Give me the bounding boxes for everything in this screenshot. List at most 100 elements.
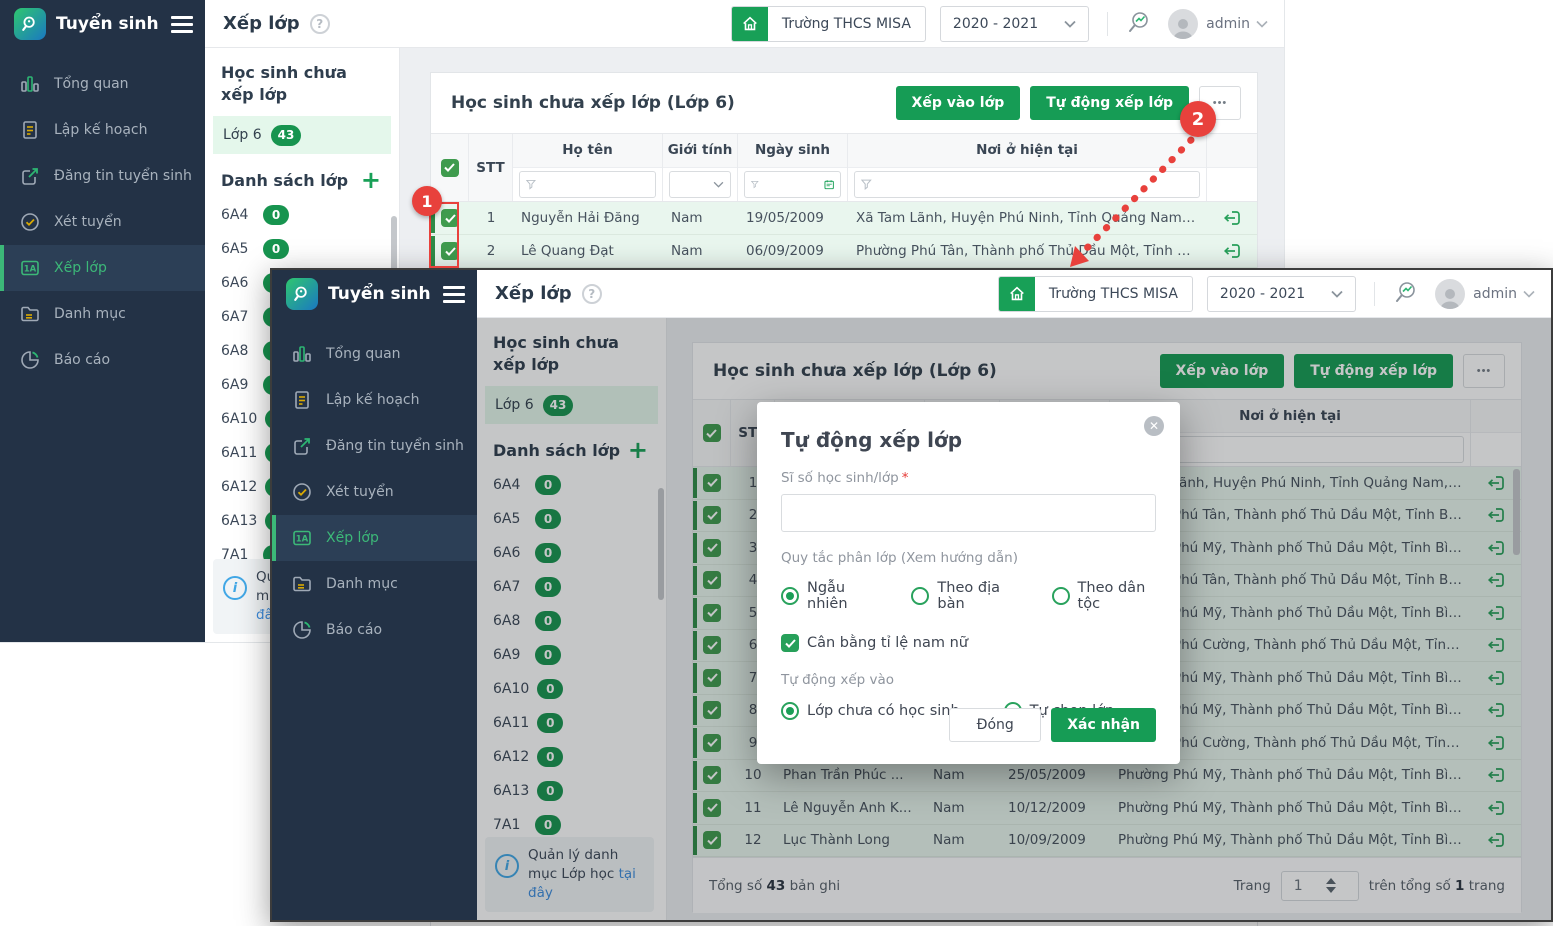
sidebar: Tuyển sinh Tổng quan Lập kế hoạch Đăng t…: [272, 270, 477, 920]
school-selector[interactable]: Trường THCS MISA: [997, 275, 1193, 312]
topbar: Xếp lớp ? Trường THCS MISA 2020 - 2021 a…: [205, 0, 1284, 48]
avatar[interactable]: [1168, 8, 1199, 39]
filter-icon: [526, 179, 536, 190]
sidebar-menu: Tổng quan Lập kế hoạch Đăng tin tuyển si…: [272, 331, 477, 653]
sidebar-item[interactable]: 1A Xếp lớp: [272, 515, 477, 561]
brand-name: Tuyển sinh: [56, 14, 159, 34]
sidebar-item[interactable]: Danh mục: [272, 561, 477, 607]
sidebar-item[interactable]: Đăng tin tuyển sinh: [0, 153, 205, 199]
radio-icon: [911, 587, 930, 605]
avatar[interactable]: [1435, 278, 1466, 309]
page-title: Xếp lớp: [495, 283, 572, 304]
annotation-step-1-badge: 1: [412, 186, 442, 216]
name-filter-input[interactable]: [519, 170, 656, 198]
search-trend-icon[interactable]: [1126, 9, 1152, 39]
radio-by-area[interactable]: Theo địa bàn: [911, 580, 1015, 612]
sidebar-item[interactable]: Lập kế hoạch: [0, 107, 205, 153]
year-selector[interactable]: 2020 - 2021: [1206, 275, 1357, 312]
sidebar-item-label: Lập kế hoạch: [54, 122, 148, 138]
annotation-step-2-badge: 2: [1180, 101, 1216, 137]
sidebar-item[interactable]: Tổng quan: [0, 61, 205, 107]
address-filter-input[interactable]: [854, 170, 1200, 198]
sidebar-item[interactable]: Xét tuyển: [272, 469, 477, 515]
folder-icon: [290, 572, 314, 596]
radio-icon: [1051, 587, 1070, 605]
hamburger-menu-icon[interactable]: [171, 15, 193, 33]
help-icon[interactable]: ?: [581, 283, 602, 304]
sidebar-item-label: Xếp lớp: [54, 260, 107, 276]
hamburger-menu-icon[interactable]: [443, 285, 465, 303]
help-icon[interactable]: ?: [309, 13, 330, 34]
radio-random[interactable]: Ngẫu nhiên: [781, 580, 875, 612]
class-count-badge: 0: [263, 239, 289, 259]
stage: Tuyển sinh Tổng quan Lập kế hoạch Đăng t…: [0, 0, 1553, 926]
radio-empty-class[interactable]: Lớp chưa có học sinh: [781, 702, 960, 720]
check-circle-icon: [290, 480, 314, 504]
document-icon: [290, 388, 314, 412]
dob-filter-input[interactable]: [744, 170, 841, 198]
school-name: Trường THCS MISA: [1048, 285, 1178, 302]
radio-icon: [781, 702, 799, 720]
confirm-button[interactable]: Xác nhận: [1051, 708, 1156, 742]
class-list-item[interactable]: 6A5 0: [221, 232, 385, 266]
select-all-checkbox[interactable]: [440, 158, 459, 177]
sidebar-item-label: Đăng tin tuyển sinh: [54, 168, 192, 184]
sidebar-item[interactable]: Báo cáo: [272, 607, 477, 653]
filter-icon: [861, 179, 872, 190]
sidebar-item-label: Xếp lớp: [326, 530, 379, 546]
sidebar-item[interactable]: Lập kế hoạch: [272, 377, 477, 423]
table-header: STT Họ tên Giới tính Ngày sinh Nơi ở hiệ…: [431, 133, 1257, 202]
assign-to-class-button[interactable]: Xếp vào lớp: [895, 86, 1021, 120]
auto-assign-button[interactable]: Tự động xếp lớp: [1030, 86, 1189, 120]
school-selector[interactable]: Trường THCS MISA: [730, 5, 926, 42]
sidebar-menu: Tổng quan Lập kế hoạch Đăng tin tuyển si…: [0, 61, 205, 383]
class-list-item[interactable]: 6A4 0: [221, 198, 385, 232]
unassigned-count-badge: 43: [270, 124, 302, 146]
rule-label: Quy tắc phân lớp (Xem hướng dẫn): [781, 550, 1018, 566]
user-chevron-down-icon[interactable]: [1523, 290, 1535, 298]
folder-icon: [18, 302, 42, 326]
foreground-window: Tuyển sinh Tổng quan Lập kế hoạch Đăng t…: [270, 268, 1553, 922]
close-button[interactable]: Đóng: [949, 708, 1042, 742]
checkbox-icon: [781, 634, 799, 652]
home-icon: [731, 6, 768, 41]
sidebar-item-label: Tổng quan: [326, 346, 401, 362]
table-row[interactable]: 1 Nguyễn Hải Đăng Nam 19/05/2009 Xã Tam …: [431, 202, 1257, 235]
sidebar-item[interactable]: Tổng quan: [272, 331, 477, 377]
user-chevron-down-icon[interactable]: [1256, 20, 1268, 28]
year-value: 2020 - 2021: [1219, 285, 1306, 302]
year-selector[interactable]: 2020 - 2021: [939, 5, 1090, 42]
gender-balance-checkbox[interactable]: Cân bằng tỉ lệ nam nữ: [781, 634, 1156, 652]
sidebar-item-label: Lập kế hoạch: [326, 392, 420, 408]
column-address: Nơi ở hiện tại: [848, 134, 1206, 168]
move-to-class-icon[interactable]: [1207, 208, 1257, 228]
school-name: Trường THCS MISA: [781, 15, 911, 32]
table-row[interactable]: 2 Lê Quang Đạt Nam 06/09/2009 Phường Phú…: [431, 235, 1257, 268]
rule-radio-group: Ngẫu nhiên Theo địa bàn Theo dân tộc: [781, 580, 1156, 612]
calendar-icon: [824, 180, 834, 189]
sidebar-item-label: Xét tuyển: [54, 214, 122, 230]
selected-class-row[interactable]: Lớp 6 43: [213, 116, 391, 154]
target-label: Tự động xếp vào: [781, 672, 895, 688]
move-to-class-icon[interactable]: [1207, 241, 1257, 261]
sidebar-item[interactable]: 1A Xếp lớp: [0, 245, 205, 291]
sidebar-item[interactable]: Danh mục: [0, 291, 205, 337]
class-1a-icon: 1A: [290, 526, 314, 550]
search-trend-icon[interactable]: [1393, 279, 1419, 309]
sidebar-item-label: Đăng tin tuyển sinh: [326, 438, 464, 454]
close-icon[interactable]: ✕: [1144, 416, 1164, 436]
sidebar-item[interactable]: Đăng tin tuyển sinh: [272, 423, 477, 469]
document-icon: [18, 118, 42, 142]
modal-title: Tự động xếp lớp: [781, 428, 963, 452]
add-class-icon[interactable]: +: [361, 168, 381, 192]
sidebar-item[interactable]: Xét tuyển: [0, 199, 205, 245]
class-size-input[interactable]: [781, 494, 1156, 532]
pie-chart-icon: [290, 618, 314, 642]
chevron-down-icon: [713, 181, 724, 188]
sidebar-item[interactable]: Báo cáo: [0, 337, 205, 383]
sidebar-item-label: Báo cáo: [326, 622, 383, 638]
radio-by-ethnicity[interactable]: Theo dân tộc: [1051, 580, 1156, 612]
sidebar-item-label: Danh mục: [326, 576, 398, 592]
filter-icon: [751, 180, 759, 189]
gender-filter-select[interactable]: [669, 170, 731, 198]
